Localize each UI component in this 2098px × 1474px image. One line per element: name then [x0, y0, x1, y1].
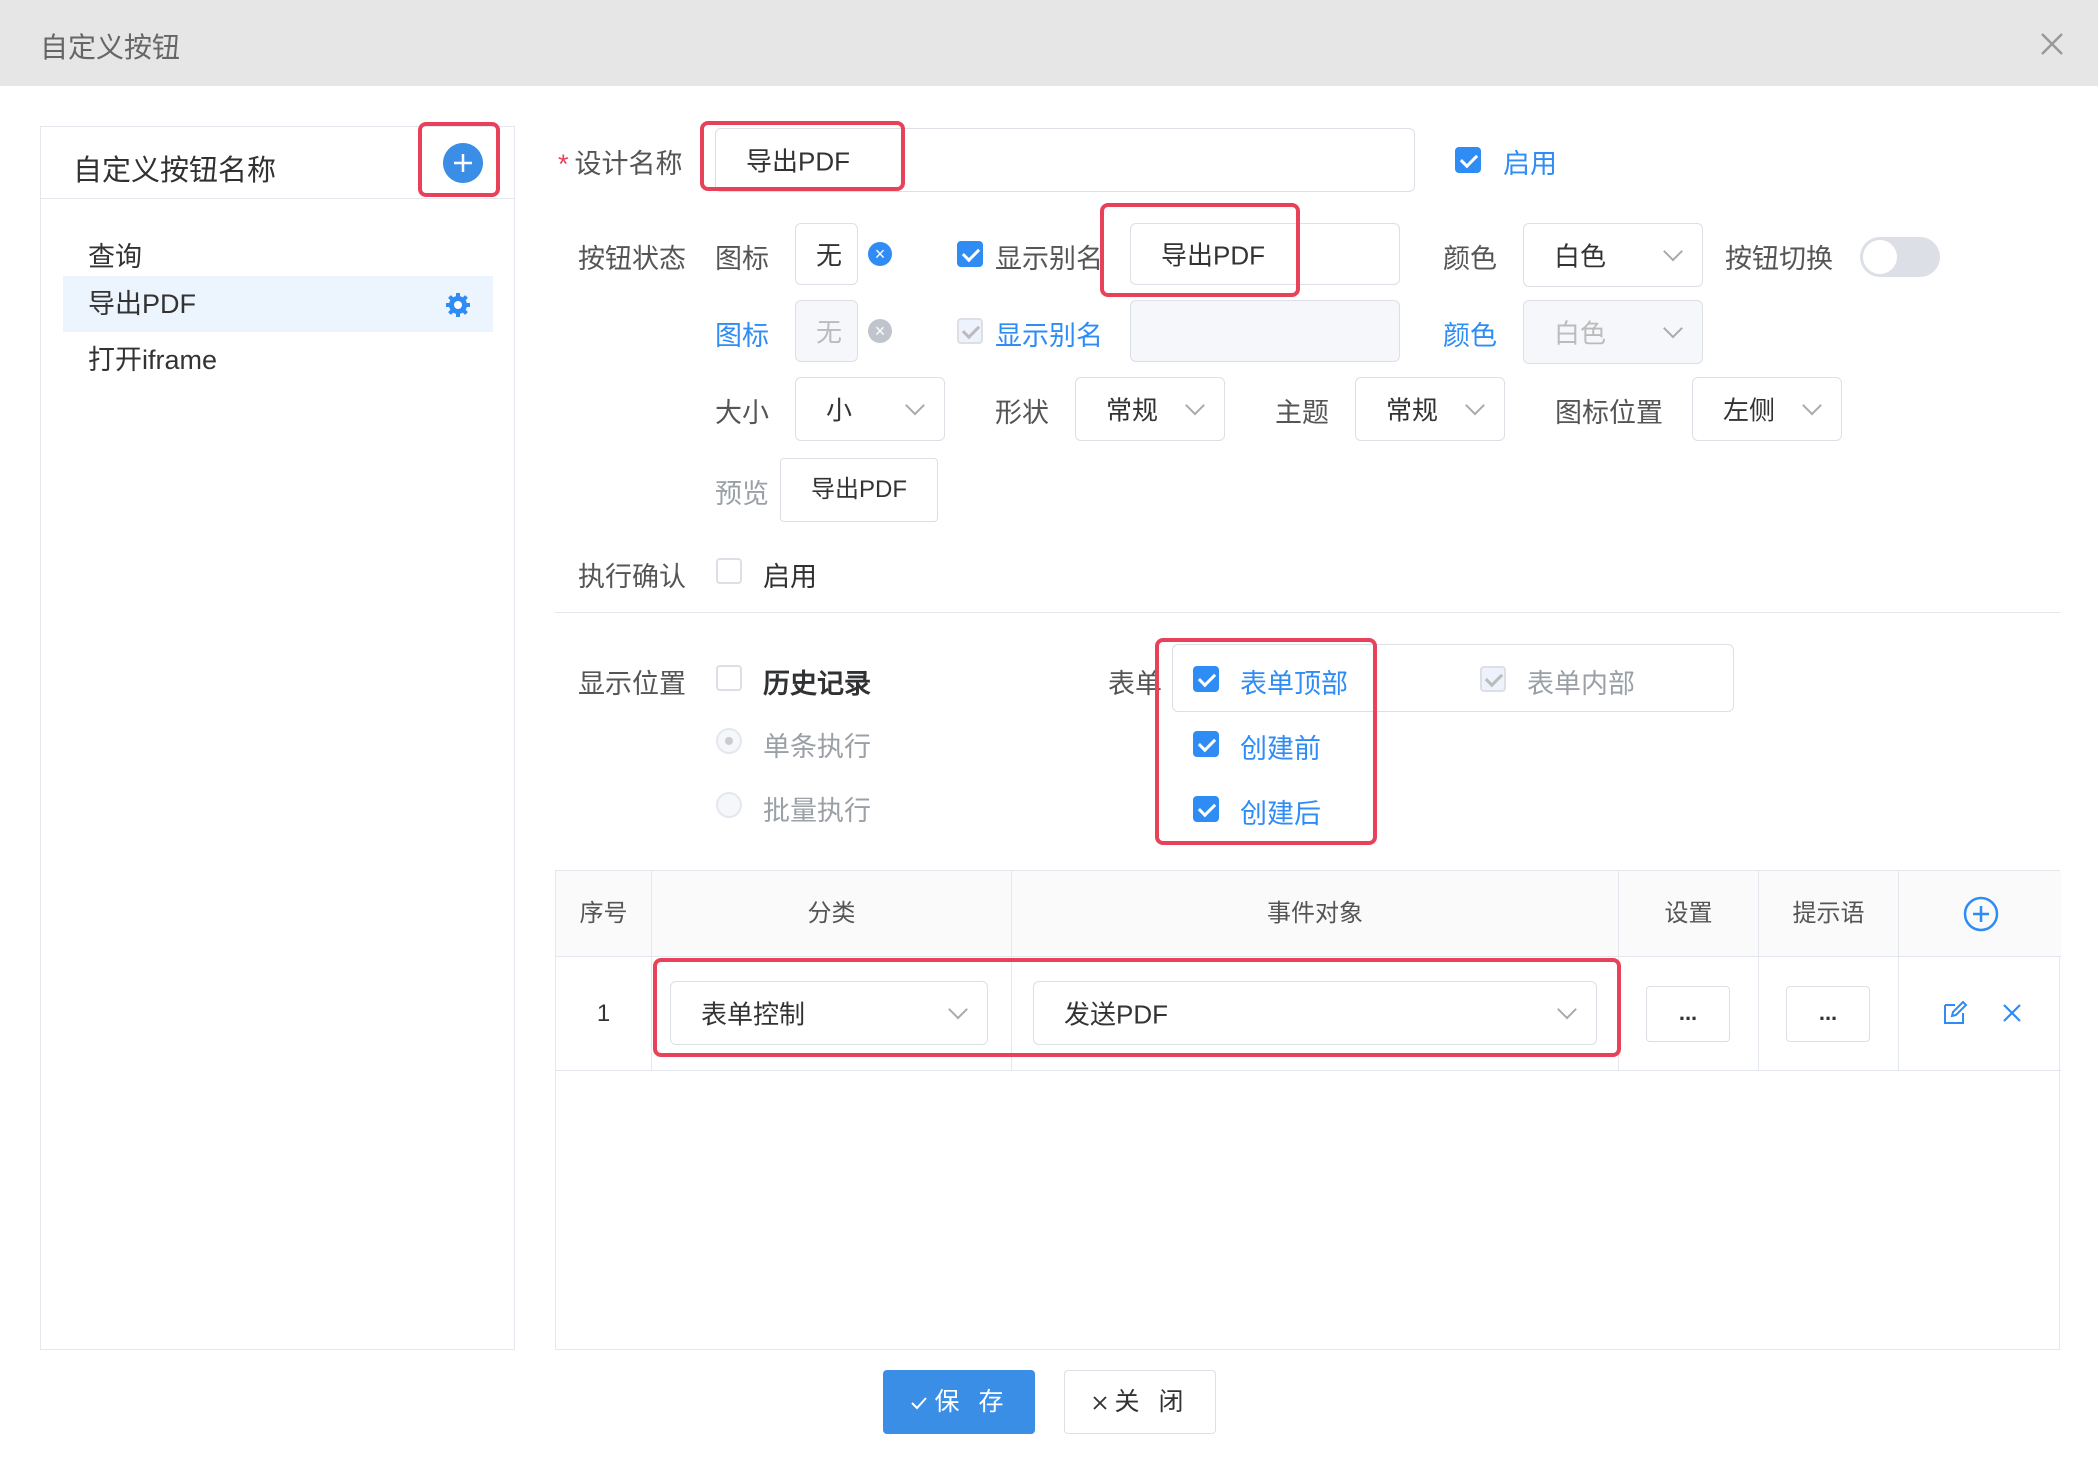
- header-actions: [1899, 871, 2061, 957]
- alias2-input[interactable]: [1130, 300, 1400, 362]
- add-button-icon[interactable]: [443, 143, 483, 183]
- shape-select[interactable]: 常规: [1075, 377, 1225, 441]
- history-label: 历史记录: [763, 669, 871, 699]
- section-divider: [555, 612, 2060, 613]
- icon2-label: 图标: [715, 321, 769, 351]
- close-button[interactable]: 关 闭: [1064, 1370, 1216, 1434]
- header-event: 事件对象: [1012, 871, 1619, 957]
- tip-button[interactable]: ...: [1786, 986, 1870, 1042]
- dialog-header: 自定义按钮: [0, 0, 2098, 86]
- list-item-label: 导出PDF: [88, 289, 196, 319]
- gear-icon[interactable]: [445, 292, 471, 318]
- single-exec-radio[interactable]: [716, 728, 742, 754]
- row-event-cell: 发送PDF: [1012, 957, 1619, 1071]
- display-position-label: 显示位置: [578, 669, 686, 699]
- toggle-label: 按钮切换: [1725, 244, 1833, 274]
- show-alias2-checkbox[interactable]: [957, 318, 983, 344]
- icon-position-label: 图标位置: [1555, 398, 1663, 428]
- chevron-down-icon: [1185, 395, 1205, 416]
- header-category: 分类: [652, 871, 1012, 957]
- event-select[interactable]: 发送PDF: [1033, 981, 1597, 1045]
- check-icon: [910, 1397, 927, 1410]
- row-actions-cell: [1899, 957, 2061, 1071]
- chevron-down-icon: [1663, 318, 1683, 339]
- shape-label: 形状: [995, 398, 1049, 428]
- chevron-down-icon: [905, 395, 925, 416]
- row-index: 1: [556, 957, 652, 1071]
- before-create-checkbox[interactable]: [1193, 731, 1219, 757]
- close-icon: [1092, 1396, 1107, 1411]
- color2-label: 颜色: [1443, 321, 1497, 351]
- clear-icon[interactable]: ×: [868, 319, 892, 343]
- button-list-header: 自定义按钮名称: [41, 127, 514, 199]
- chevron-down-icon: [1557, 999, 1577, 1020]
- add-row-icon[interactable]: [1962, 895, 2000, 933]
- size-label: 大小: [715, 398, 769, 428]
- close-icon[interactable]: [2036, 28, 2068, 60]
- before-create-label: 创建前: [1240, 734, 1321, 764]
- enable-checkbox[interactable]: [1455, 147, 1481, 173]
- save-label: 保 存: [934, 1388, 1010, 1416]
- chevron-down-icon: [1663, 241, 1683, 262]
- theme-label: 主题: [1275, 398, 1329, 428]
- preview-label: 预览: [715, 479, 769, 509]
- chevron-down-icon: [948, 999, 968, 1020]
- button-state-label: 按钮状态: [578, 244, 686, 274]
- form-top-checkbox[interactable]: [1193, 666, 1219, 692]
- setting-button[interactable]: ...: [1646, 986, 1730, 1042]
- header-setting: 设置: [1619, 871, 1759, 957]
- button-list-panel: 自定义按钮名称 查询 导出PDF 打开iframe: [40, 126, 515, 1350]
- list-item-open-iframe[interactable]: 打开iframe: [63, 332, 493, 388]
- show-alias2-label: 显示别名: [995, 321, 1103, 351]
- icon2-input[interactable]: 无: [795, 300, 858, 362]
- save-button[interactable]: 保 存: [883, 1370, 1035, 1434]
- single-exec-label: 单条执行: [763, 732, 871, 762]
- chevron-down-icon: [1802, 395, 1822, 416]
- dialog-title: 自定义按钮: [40, 32, 181, 63]
- color-select[interactable]: 白色: [1523, 223, 1703, 287]
- header-index: 序号: [556, 871, 652, 957]
- confirm-checkbox[interactable]: [716, 558, 742, 584]
- row-tip-cell: ...: [1759, 957, 1899, 1071]
- list-item-export-pdf[interactable]: 导出PDF: [63, 276, 493, 332]
- delete-icon[interactable]: [2001, 1002, 2023, 1024]
- history-checkbox[interactable]: [716, 665, 742, 691]
- form-top-label: 表单顶部: [1240, 669, 1348, 699]
- icon-position-select[interactable]: 左侧: [1692, 377, 1842, 441]
- category-select[interactable]: 表单控制: [670, 981, 988, 1045]
- header-tip: 提示语: [1759, 871, 1899, 957]
- icon-label: 图标: [715, 244, 769, 274]
- icon-input[interactable]: 无: [795, 223, 858, 285]
- close-label: 关 闭: [1114, 1388, 1190, 1416]
- confirm-enable-label: 启用: [763, 562, 817, 592]
- size-select[interactable]: 小: [795, 377, 945, 441]
- show-alias-label: 显示别名: [995, 244, 1103, 274]
- color2-select[interactable]: 白色: [1523, 300, 1703, 364]
- row-category-cell: 表单控制: [652, 957, 1012, 1071]
- edit-icon[interactable]: [1941, 999, 1969, 1027]
- after-create-checkbox[interactable]: [1193, 796, 1219, 822]
- form-inner-checkbox[interactable]: [1480, 666, 1506, 692]
- row-setting-cell: ...: [1619, 957, 1759, 1071]
- show-alias-checkbox[interactable]: [957, 241, 983, 267]
- color-label: 颜色: [1443, 244, 1497, 274]
- form-inner-label: 表单内部: [1527, 669, 1635, 699]
- preview-button[interactable]: 导出PDF: [780, 458, 938, 522]
- design-name-input[interactable]: 导出PDF: [715, 128, 1415, 192]
- alias-input[interactable]: 导出PDF: [1130, 223, 1400, 285]
- batch-exec-label: 批量执行: [763, 796, 871, 826]
- clear-icon[interactable]: ×: [868, 242, 892, 266]
- event-table: 序号 分类 事件对象 设置 提示语 1 表单控制 发送PDF ... ...: [555, 870, 2061, 1350]
- confirm-label: 执行确认: [578, 562, 686, 592]
- enable-label: 启用: [1503, 149, 1557, 179]
- theme-select[interactable]: 常规: [1355, 377, 1505, 441]
- button-toggle-switch[interactable]: [1860, 237, 1940, 277]
- chevron-down-icon: [1465, 395, 1485, 416]
- design-name-label: * 设计名称: [558, 149, 683, 179]
- after-create-label: 创建后: [1240, 799, 1321, 829]
- batch-exec-radio[interactable]: [716, 792, 742, 818]
- form-label: 表单: [1108, 669, 1162, 699]
- button-list-title: 自定义按钮名称: [73, 155, 277, 187]
